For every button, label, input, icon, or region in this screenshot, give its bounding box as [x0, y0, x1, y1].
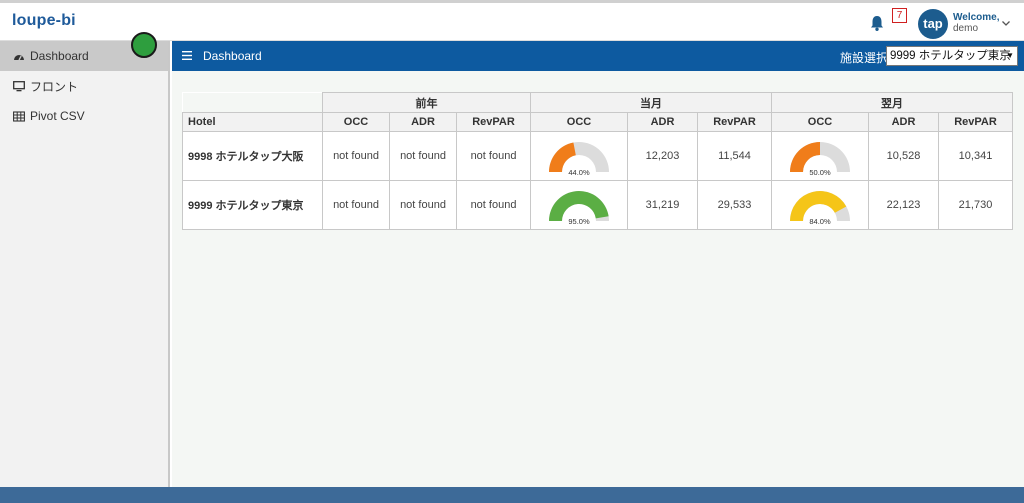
prev-adr-cell: not found [389, 180, 457, 230]
prev-revpar-cell: not found [456, 180, 531, 230]
hotel-name-cell: 9998 ホテルタップ大阪 [182, 131, 323, 181]
cur-revpar-cell: 29,533 [697, 180, 772, 230]
next-occ-gauge-cell: 50.0% [771, 131, 869, 181]
cur-occ-gauge-cell: 44.0% [530, 131, 628, 181]
sidebar-item-front[interactable]: フロント [0, 71, 168, 101]
prev-adr-cell: not found [389, 131, 457, 181]
bell-icon[interactable] [868, 14, 886, 32]
facility-select-label: 施設選択 [840, 51, 889, 65]
sidebar-item-pivot-csv[interactable]: Pivot CSV [0, 101, 168, 131]
next-adr-cell: 22,123 [868, 180, 939, 230]
username: demo [953, 23, 979, 34]
prev-occ-cell: not found [322, 131, 390, 181]
gauge-value-label: 44.0% [568, 168, 590, 177]
chevron-down-icon[interactable] [1000, 17, 1012, 29]
cur-adr-cell: 31,219 [627, 180, 698, 230]
sidebar-item-label: Dashboard [30, 49, 89, 63]
prev-occ-cell: not found [322, 180, 390, 230]
sidebar: Dashboard フロント Pivot CSV [0, 41, 170, 487]
status-indicator-dot [131, 32, 157, 58]
gauge-value-label: 50.0% [809, 168, 831, 177]
prev-revpar-cell: not found [456, 131, 531, 181]
column-header-adr: ADR [389, 112, 457, 132]
dropdown-arrow-icon: ▼ [1006, 51, 1014, 60]
hamburger-menu-icon[interactable] [182, 50, 192, 61]
occupancy-gauge: 84.0% [790, 191, 850, 226]
sidebar-item-label: Pivot CSV [30, 109, 85, 123]
hotel-name-cell: 9999 ホテルタップ東京 [182, 180, 323, 230]
column-header-revpar: RevPAR [456, 112, 531, 132]
column-header-occ: OCC [530, 112, 628, 132]
app-logo[interactable]: loupe-bi [12, 12, 76, 30]
next-revpar-cell: 21,730 [938, 180, 1013, 230]
welcome-label: Welcome, [953, 12, 1000, 23]
sidebar-item-label: フロント [30, 79, 79, 94]
facility-select[interactable]: 9999 ホテルタップ東京 ▼ [886, 46, 1018, 66]
cur-adr-cell: 12,203 [627, 131, 698, 181]
group-header-next-month: 翌月 [771, 92, 1013, 113]
next-revpar-cell: 10,341 [938, 131, 1013, 181]
page-title: Dashboard [203, 49, 262, 63]
gauge-value-label: 84.0% [809, 217, 831, 226]
avatar[interactable]: tap [918, 9, 948, 39]
occupancy-gauge: 50.0% [790, 142, 850, 177]
next-occ-gauge-cell: 84.0% [771, 180, 869, 230]
column-header-occ: OCC [771, 112, 869, 132]
column-header-revpar: RevPAR [938, 112, 1013, 132]
column-header-revpar: RevPAR [697, 112, 772, 132]
kpi-table: 前年 当月 翌月 Hotel OCC ADR RevPAR OCC ADR Re… [182, 92, 1013, 230]
next-adr-cell: 10,528 [868, 131, 939, 181]
table-icon [13, 110, 25, 122]
footer-bar [0, 487, 1024, 503]
page-header: Dashboard 施設選択 9999 ホテルタップ東京 ▼ [172, 41, 1024, 71]
occupancy-gauge: 95.0% [549, 190, 609, 226]
gauge-value-label: 95.0% [568, 217, 590, 226]
group-header-current-month: 当月 [530, 92, 772, 113]
facility-select-value: 9999 ホテルタップ東京 [890, 50, 1011, 62]
table-corner [182, 92, 323, 113]
column-header-adr: ADR [627, 112, 698, 132]
occupancy-gauge: 44.0% [549, 142, 609, 177]
cur-occ-gauge-cell: 95.0% [530, 180, 628, 230]
top-bar: loupe-bi 7 tap Welcome, demo [0, 0, 1024, 41]
cur-revpar-cell: 11,544 [697, 131, 772, 181]
table-row: 9998 ホテルタップ大阪 not found not found not fo… [182, 131, 1013, 181]
column-header-adr: ADR [868, 112, 939, 132]
column-header-hotel: Hotel [182, 112, 323, 132]
desktop-icon [13, 80, 25, 91]
group-header-prev-year: 前年 [322, 92, 531, 113]
column-header-occ: OCC [322, 112, 390, 132]
main-content: 前年 当月 翌月 Hotel OCC ADR RevPAR OCC ADR Re… [172, 71, 1024, 487]
welcome-text: Welcome, demo [953, 12, 1000, 34]
table-row: 9999 ホテルタップ東京 not found not found not fo… [182, 180, 1013, 230]
tachometer-icon [14, 54, 24, 60]
notification-count-badge[interactable]: 7 [892, 8, 907, 23]
